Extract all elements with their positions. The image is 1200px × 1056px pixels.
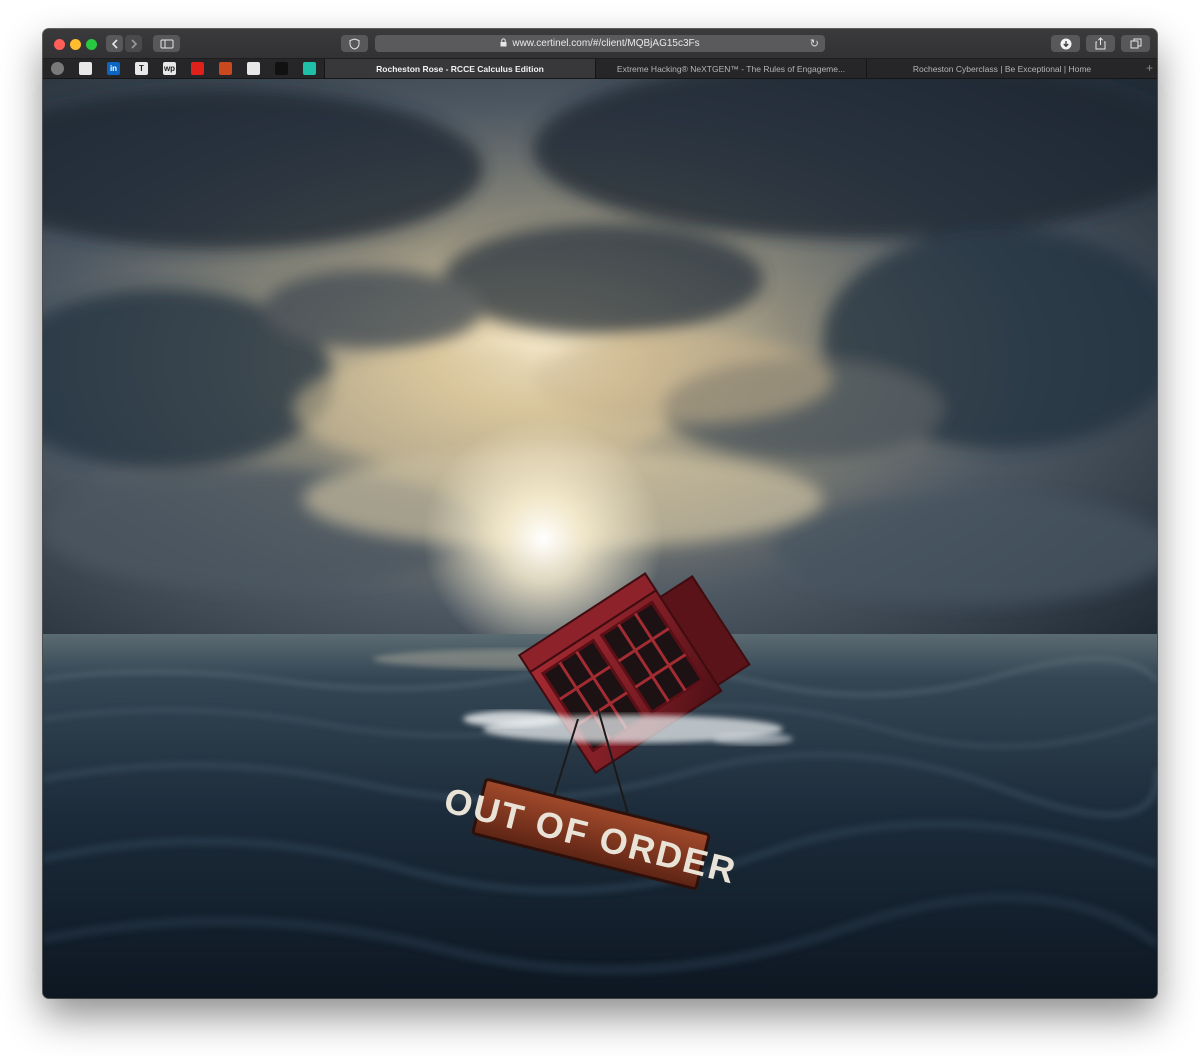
share-button[interactable] — [1086, 35, 1115, 52]
tab-extreme-hacking[interactable]: Extreme Hacking® NeXTGEN™ - The Rules of… — [595, 59, 866, 78]
back-button[interactable] — [106, 35, 123, 52]
tab-label: Rocheston Cyberclass | Be Exceptional | … — [912, 63, 1092, 74]
feed-icon[interactable] — [219, 62, 232, 75]
chevron-left-icon — [111, 38, 118, 49]
downloads-button[interactable] — [1051, 35, 1080, 52]
tab-rocheston-rose[interactable]: Rocheston Rose - RCCE Calculus Edition — [324, 59, 595, 78]
url-text: www.certinel.com/#/client/MQBjAG15c3Fs — [512, 38, 700, 49]
music-icon[interactable] — [275, 62, 288, 75]
maximize-window-button[interactable] — [86, 39, 97, 50]
minimize-window-button[interactable] — [70, 39, 81, 50]
out-of-order-artwork: OUT OF ORDER — [43, 59, 1157, 998]
sidebar-icon — [160, 39, 173, 48]
browser-window: www.certinel.com/#/client/MQBjAG15c3Fs ↻… — [43, 29, 1157, 998]
page-content: OUT OF ORDER — [43, 59, 1157, 998]
app-icon[interactable] — [303, 62, 316, 75]
washington-post-icon[interactable]: wp — [163, 62, 176, 75]
sidebar-toggle-button[interactable] — [153, 35, 180, 52]
tabs-icon — [1130, 38, 1141, 49]
lock-icon — [500, 37, 507, 50]
privacy-report-button[interactable] — [341, 35, 368, 52]
browser-toolbar: www.certinel.com/#/client/MQBjAG15c3Fs ↻ — [43, 29, 1157, 59]
shield-icon — [349, 37, 360, 50]
new-tab-button[interactable]: + — [1146, 61, 1153, 75]
address-bar[interactable]: www.certinel.com/#/client/MQBjAG15c3Fs ↻ — [375, 35, 825, 52]
tab-label: Rocheston Rose - RCCE Calculus Edition — [376, 63, 544, 74]
camera-icon[interactable] — [247, 62, 260, 75]
globe-icon[interactable] — [51, 62, 64, 75]
tab-rocheston-cyberclass[interactable]: Rocheston Cyberclass | Be Exceptional | … — [866, 59, 1137, 78]
nyt-icon[interactable]: T — [135, 62, 148, 75]
reload-icon[interactable]: ↻ — [810, 37, 819, 50]
linkedin-icon[interactable]: in — [107, 62, 120, 75]
bookmark-app-icon[interactable] — [79, 62, 92, 75]
download-icon — [1060, 38, 1071, 49]
close-window-button[interactable] — [54, 39, 65, 50]
tab-label: Extreme Hacking® NeXTGEN™ - The Rules of… — [616, 63, 846, 74]
tab-bar: in Twp Rocheston Rose - RCCE Calculus Edi… — [43, 59, 1157, 79]
chevron-right-icon — [130, 38, 137, 49]
forward-button[interactable] — [125, 35, 142, 52]
share-icon — [1095, 37, 1106, 50]
red-square-icon[interactable] — [191, 62, 204, 75]
tab-overview-button[interactable] — [1121, 35, 1150, 52]
